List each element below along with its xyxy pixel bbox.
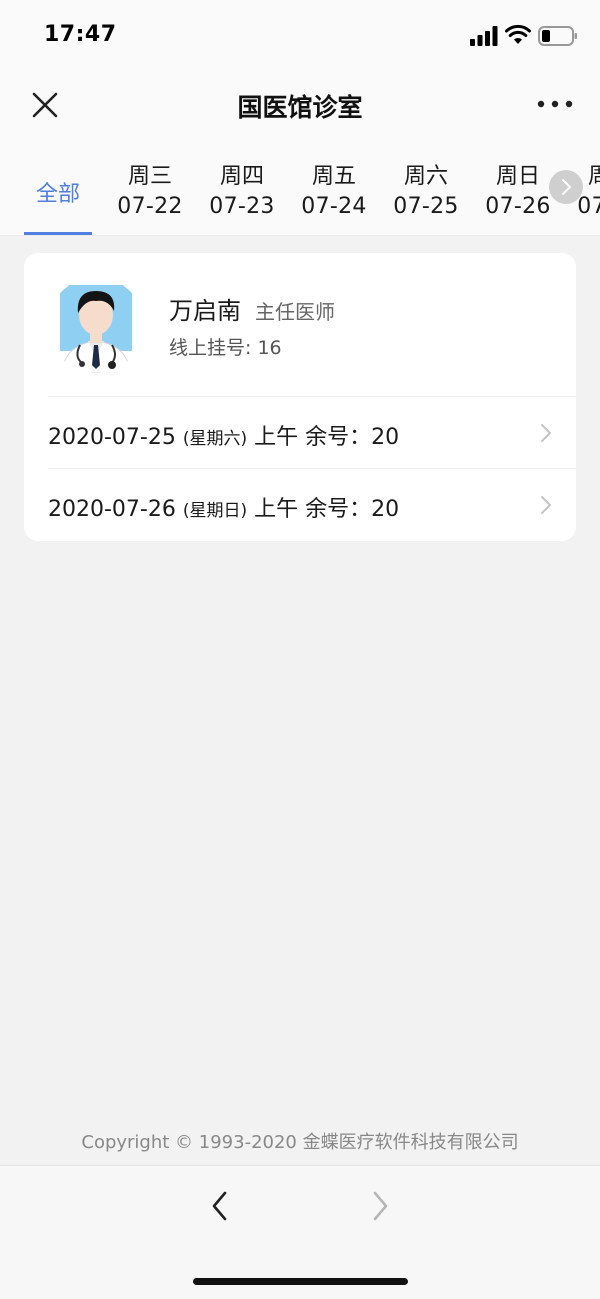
tabs-scroll-right-button[interactable]: [549, 170, 583, 204]
browser-bottom-bar: [0, 1165, 600, 1299]
tab-date-label: 07-25: [393, 194, 459, 219]
slot-weekday: (星期日): [182, 501, 248, 521]
tab-day[interactable]: 周六 07-25: [380, 142, 472, 235]
wifi-icon: [505, 24, 531, 44]
tab-day-label: 周三: [127, 164, 172, 189]
tab-all-label: 全部: [35, 182, 80, 207]
slot-detail: 上午 余号：20: [254, 497, 400, 522]
tab-day-label: 周四: [219, 164, 264, 189]
tab-all[interactable]: 全部: [24, 142, 92, 235]
slot-date: 2020-07-26: [48, 497, 176, 522]
tab-day-label: 周五: [311, 164, 356, 189]
slot-date: 2020-07-25: [48, 425, 176, 450]
page-title: 国医馆诊室: [237, 93, 363, 122]
signal-icon: [470, 26, 498, 46]
phone-screen: 17:47 国医馆诊室 全部 周三 07-22 周四 07-23 周五 07-2…: [0, 0, 600, 1299]
more-icon[interactable]: [535, 98, 575, 110]
doctor-avatar-icon: [60, 285, 132, 373]
slot-detail: 上午 余号：20: [254, 425, 400, 450]
forward-arrow-icon[interactable]: [366, 1188, 394, 1224]
nav-bar: 国医馆诊室: [0, 70, 600, 142]
slot-text: 2020-07-26 (星期日) 上午 余号：20: [48, 491, 399, 523]
tab-date-label: 07-26: [485, 194, 551, 219]
chevron-right-icon: [541, 496, 551, 514]
tab-day[interactable]: 周三 07-22: [104, 142, 196, 235]
doctor-name: 万启南: [169, 297, 241, 325]
doctor-avatar: [48, 277, 144, 373]
slot-weekday: (星期六): [182, 429, 248, 449]
tab-day[interactable]: 周四 07-23: [196, 142, 288, 235]
tab-date-label: 07-24: [301, 194, 367, 219]
tab-date-label: 07-23: [209, 194, 275, 219]
chevron-right-icon: [541, 424, 551, 442]
back-arrow-icon[interactable]: [206, 1188, 234, 1224]
active-tab-indicator: [24, 232, 92, 235]
date-tabs: 全部 周三 07-22 周四 07-23 周五 07-24 周六 07-25 周…: [0, 142, 600, 236]
schedule-slot-row[interactable]: 2020-07-25 (星期六) 上午 余号：20: [24, 397, 576, 469]
home-indicator[interactable]: [193, 1278, 408, 1285]
chevron-right-icon: [562, 179, 571, 195]
tab-day-label: 周六: [403, 164, 448, 189]
doctor-title: 主任医师: [255, 300, 335, 324]
battery-icon: [538, 26, 577, 46]
schedule-slot-row[interactable]: 2020-07-26 (星期日) 上午 余号：20: [24, 469, 576, 541]
status-time: 17:47: [44, 22, 117, 47]
status-bar: 17:47: [0, 0, 600, 70]
tab-day[interactable]: 周五 07-24: [288, 142, 380, 235]
online-registration-count: 线上挂号: 16: [169, 337, 282, 359]
copyright-text: Copyright © 1993-2020 金蝶医疗软件科技有限公司: [81, 1132, 519, 1153]
doctor-header[interactable]: 万启南 主任医师 线上挂号: 16: [24, 253, 576, 397]
tab-date-label: 07-22: [117, 194, 183, 219]
doctor-card: 万启南 主任医师 线上挂号: 16 2020-07-25 (星期六) 上午 余号…: [24, 253, 576, 541]
slot-text: 2020-07-25 (星期六) 上午 余号：20: [48, 419, 399, 451]
